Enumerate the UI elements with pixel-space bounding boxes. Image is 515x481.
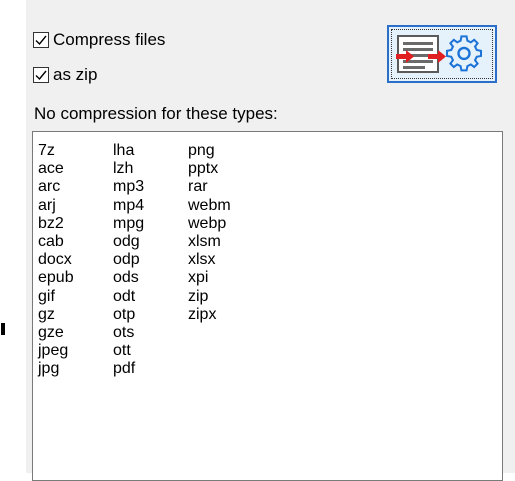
file-type-item[interactable]: otp: [113, 306, 144, 324]
file-type-item[interactable]: webm: [188, 197, 231, 215]
file-type-item[interactable]: 7z: [38, 142, 74, 160]
edit-settings-gear-icon: [396, 35, 483, 73]
file-type-item[interactable]: xlsm: [188, 233, 231, 251]
file-type-item[interactable]: webp: [188, 215, 231, 233]
no-compression-types-label: No compression for these types:: [34, 104, 278, 123]
file-type-item[interactable]: odt: [113, 288, 144, 306]
file-type-item[interactable]: cab: [38, 233, 74, 251]
file-type-item[interactable]: arc: [38, 178, 74, 196]
file-type-item[interactable]: pptx: [188, 160, 231, 178]
button-focus-rect: [391, 29, 493, 79]
file-type-item[interactable]: rar: [188, 178, 231, 196]
file-type-item[interactable]: ots: [113, 324, 144, 342]
file-type-item[interactable]: zipx: [188, 306, 231, 324]
types-column-2: lha lzh mp3 mp4 mpg odg odp ods odt otp …: [113, 142, 144, 379]
file-type-item[interactable]: gif: [38, 288, 74, 306]
compress-files-option[interactable]: Compress files: [33, 30, 165, 50]
edit-settings-button[interactable]: [387, 25, 497, 83]
file-type-item[interactable]: lha: [113, 142, 144, 160]
window-edge-marker: [1, 323, 5, 335]
file-type-item[interactable]: epub: [38, 269, 74, 287]
file-type-item[interactable]: arj: [38, 197, 74, 215]
file-type-item[interactable]: gz: [38, 306, 74, 324]
types-column-1: 7z ace arc arj bz2 cab docx epub gif gz …: [38, 142, 74, 379]
file-type-item[interactable]: ods: [113, 269, 144, 287]
file-type-item[interactable]: mpg: [113, 215, 144, 233]
as-zip-checkbox[interactable]: [33, 67, 49, 83]
as-zip-label: as zip: [53, 65, 98, 84]
file-type-item[interactable]: jpeg: [38, 342, 74, 360]
file-type-item[interactable]: jpg: [38, 360, 74, 378]
file-type-item[interactable]: ace: [38, 160, 74, 178]
compress-files-checkbox[interactable]: [33, 32, 49, 48]
file-type-item[interactable]: gze: [38, 324, 74, 342]
checkmark-icon: [35, 35, 47, 46]
file-type-item[interactable]: mp3: [113, 178, 144, 196]
checkmark-icon: [35, 70, 47, 81]
file-type-item[interactable]: lzh: [113, 160, 144, 178]
file-type-item[interactable]: mp4: [113, 197, 144, 215]
file-type-item[interactable]: zip: [188, 288, 231, 306]
file-type-item[interactable]: xpi: [188, 269, 231, 287]
types-column-3: png pptx rar webm webp xlsm xlsx xpi zip…: [188, 142, 231, 324]
no-compression-types-list[interactable]: 7z ace arc arj bz2 cab docx epub gif gz …: [32, 131, 503, 481]
compress-files-label: Compress files: [53, 30, 166, 49]
as-zip-option[interactable]: as zip: [33, 65, 97, 85]
file-type-item[interactable]: docx: [38, 251, 74, 269]
file-type-item[interactable]: ott: [113, 342, 144, 360]
file-type-item[interactable]: bz2: [38, 215, 74, 233]
file-type-item[interactable]: odg: [113, 233, 144, 251]
file-type-item[interactable]: png: [188, 142, 231, 160]
file-type-item[interactable]: xlsx: [188, 251, 231, 269]
file-type-item[interactable]: odp: [113, 251, 144, 269]
file-type-item[interactable]: pdf: [113, 360, 144, 378]
